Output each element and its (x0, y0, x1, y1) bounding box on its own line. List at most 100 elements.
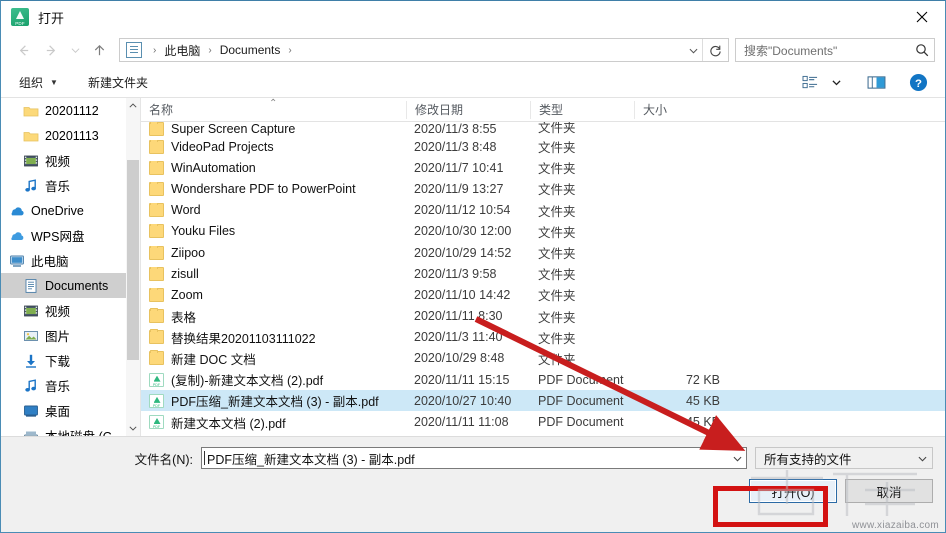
filename-input[interactable]: PDF压缩_新建文本文档 (3) - 副本.pdf (201, 447, 747, 469)
sidebar-item-5[interactable]: WPS网盘 (1, 223, 126, 248)
breadcrumb[interactable]: › 此电脑 › Documents › (119, 38, 729, 62)
file-type-cell: 文件夹 (538, 162, 576, 177)
close-icon[interactable] (899, 1, 945, 32)
forward-icon[interactable] (37, 36, 65, 64)
file-type-filter-select[interactable]: 所有支持的文件 (755, 447, 933, 469)
table-row[interactable]: PDF压缩_新建文本文档 (3) - 副本.pdf 2020/10/27 10:4… (141, 390, 945, 412)
column-header-date[interactable]: 修改日期 (406, 100, 530, 119)
sidebar-item-6[interactable]: 此电脑 (1, 248, 126, 273)
scroll-down-chevron-down-icon[interactable] (126, 420, 140, 436)
sidebar-item-7[interactable]: Documents (1, 273, 126, 298)
file-name-label: VideoPad Projects (171, 139, 274, 154)
table-row[interactable]: WinAutomation 2020/11/7 10:41 文件夹 (141, 157, 945, 178)
title-bar: 打开 (1, 1, 945, 33)
sidebar-item-1[interactable]: 20201113 (1, 123, 126, 148)
file-name-cell: 表格 (141, 307, 406, 326)
table-row[interactable]: VideoPad Projects 2020/11/3 8:48 文件夹 (141, 136, 945, 157)
column-header-size[interactable]: 大小 (634, 100, 732, 119)
table-row[interactable]: 新建 DOC 文档 2020/10/29 8:48 文件夹 (141, 348, 945, 369)
dialog-footer: 文件名(N): PDF压缩_新建文本文档 (3) - 副本.pdf 所有支持的文… (1, 436, 945, 532)
table-row[interactable]: Super Screen Capture 2020/11/3 8:55 文件夹 (141, 122, 945, 136)
file-name-cell: PDF压缩_新建文本文档 (3) - 副本.pdf (141, 391, 406, 410)
sidebar-item-10[interactable]: 下载 (1, 348, 126, 373)
help-icon[interactable]: ? (903, 70, 933, 94)
file-name-label: Word (171, 203, 201, 218)
open-button[interactable]: 打开(O) (749, 479, 837, 503)
table-row[interactable]: 替换结果20201103111022 2020/11/3 11:40 文件夹 (141, 327, 945, 348)
local-disk-icon (23, 428, 39, 436)
table-row[interactable]: (复制)-新建文本文档 (2).pdf 2020/11/11 15:15 PDF D… (141, 369, 945, 390)
text-cursor (204, 451, 205, 465)
sidebar-item-2[interactable]: 视频 (1, 148, 126, 173)
file-name-cell: 新建 DOC 文档 (141, 349, 406, 368)
file-date-cell: 2020/10/29 8:48 (414, 351, 505, 366)
file-name-label: zisull (171, 266, 199, 281)
column-header-type-label: 类型 (539, 103, 564, 117)
refresh-icon[interactable] (702, 39, 728, 61)
file-list-pane: 名称 修改日期 类型 大小 ⌃ Super Screen Capture 2020… (141, 98, 945, 436)
cancel-button[interactable]: 取消 (845, 479, 933, 503)
table-row[interactable]: Word 2020/11/12 10:54 文件夹 (141, 200, 945, 221)
sidebar-item-label: 视频 (45, 305, 71, 319)
sidebar-item-0[interactable]: 20201112 (1, 98, 126, 123)
file-date-cell: 2020/11/9 13:27 (414, 181, 504, 196)
view-chevron-down-icon[interactable] (825, 70, 847, 94)
file-name-cell: Ziipoo (141, 245, 406, 260)
breadcrumb-item-this-pc[interactable]: 此电脑 (163, 42, 201, 59)
scrollbar-thumb[interactable] (127, 160, 139, 360)
file-date-cell: 2020/11/10 14:42 (414, 287, 511, 302)
videos-icon (23, 153, 39, 169)
file-name-label: Ziipoo (171, 245, 206, 260)
sidebar-item-9[interactable]: 图片 (1, 323, 126, 348)
scroll-up-chevron-up-icon[interactable] (126, 98, 140, 114)
table-row[interactable]: 表格 2020/11/11 8:30 文件夹 (141, 306, 945, 327)
sidebar-item-12[interactable]: 桌面 (1, 398, 126, 423)
recent-locations-chevron-down-icon[interactable] (65, 36, 85, 64)
sidebar-item-13[interactable]: 本地磁盘 (C (1, 423, 126, 436)
organize-button[interactable]: 组织 ▼ (13, 70, 64, 94)
filename-value: PDF压缩_新建文本文档 (3) - 副本.pdf (207, 452, 415, 467)
up-one-level-arrow-up-icon[interactable] (85, 36, 113, 64)
table-row[interactable]: Ziipoo 2020/10/29 14:52 文件夹 (141, 242, 945, 263)
file-type-cell: 文件夹 (538, 204, 576, 219)
table-row[interactable]: Youku Files 2020/10/30 12:00 文件夹 (141, 221, 945, 242)
breadcrumb-item-documents[interactable]: Documents (219, 43, 282, 57)
file-rows: Super Screen Capture 2020/11/3 8:55 文件夹 Vid… (141, 122, 945, 436)
downloads-icon (23, 353, 39, 369)
file-name-cell: Wondershare PDF to PowerPoint (141, 181, 406, 196)
folder-icon (149, 350, 164, 366)
organize-label: 组织 (19, 75, 44, 90)
preview-pane-icon[interactable] (861, 70, 891, 94)
table-row[interactable]: Zoom 2020/11/10 14:42 文件夹 (141, 284, 945, 305)
file-name-cell: Youku Files (141, 224, 406, 239)
new-folder-button[interactable]: 新建文件夹 (82, 70, 154, 94)
back-icon[interactable] (9, 36, 37, 64)
search-input[interactable]: 搜索"Documents" (735, 38, 935, 62)
sidebar-item-8[interactable]: 视频 (1, 298, 126, 323)
search-icon[interactable] (910, 43, 934, 57)
sidebar-item-4[interactable]: OneDrive (1, 198, 126, 223)
file-type-cell: 文件夹 (538, 289, 576, 304)
filter-chevron-down-icon[interactable] (914, 448, 930, 468)
file-type-cell: PDF Document (538, 372, 624, 387)
file-name-cell: Word (141, 203, 406, 218)
navigation-pane-scrollbar[interactable] (126, 98, 140, 436)
filename-label: 文件名(N): (134, 452, 193, 467)
view-layout-icon[interactable] (795, 70, 825, 94)
file-type-cell: 文件夹 (538, 268, 576, 283)
file-date-cell: 2020/11/3 8:48 (414, 139, 497, 154)
column-header-type[interactable]: 类型 (530, 100, 634, 119)
folder-icon (149, 224, 164, 239)
table-row[interactable]: zisull 2020/11/3 9:58 文件夹 (141, 263, 945, 284)
breadcrumb-chevron-down-icon[interactable] (684, 39, 702, 61)
file-type-cell: 文件夹 (538, 225, 576, 240)
file-date-cell: 2020/11/11 8:30 (414, 309, 503, 324)
sidebar-item-3[interactable]: 音乐 (1, 173, 126, 198)
table-row[interactable]: Wondershare PDF to PowerPoint 2020/11/9 1… (141, 178, 945, 199)
sidebar-item-11[interactable]: 音乐 (1, 373, 126, 398)
filename-chevron-down-icon[interactable] (729, 448, 746, 468)
file-type-filter-value: 所有支持的文件 (764, 452, 852, 467)
file-date-cell: 2020/10/30 12:00 (414, 224, 512, 239)
footer-button-row: 打开(O) 取消 (749, 479, 933, 503)
table-row[interactable]: 新建文本文档 (2).pdf 2020/11/11 11:08 PDF Docume… (141, 411, 945, 432)
